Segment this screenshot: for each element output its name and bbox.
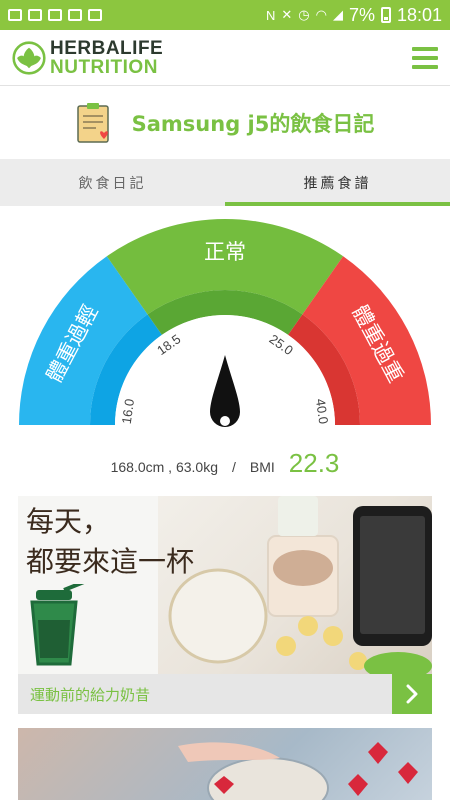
bmi-separator: / (232, 459, 236, 475)
page-title: Samsung j5的飲食日記 (131, 112, 375, 136)
needle-pivot (220, 416, 230, 426)
bmi-label: BMI (249, 459, 275, 475)
gallery-notification-icon (28, 9, 42, 21)
recipe-card[interactable]: 每天， 都要來這一杯 運動前的給力奶昔 (18, 496, 432, 716)
chevron-right-icon (406, 684, 418, 704)
app-header: HERBALIFE NUTRITION (0, 30, 450, 86)
bmi-gauge: 體重過輕正常體重過重 16.018.5 25.040.0 (19, 218, 431, 446)
slogan-line1: 每天， (26, 505, 111, 538)
slogan-line2: 都要來這一杯 (26, 545, 195, 578)
recipe-caption-bar[interactable]: 運動前的給力奶昔 (18, 674, 432, 714)
logo-line1: HERBALIFE (50, 37, 164, 59)
open-recipe-button[interactable] (392, 674, 432, 714)
tab-recommended-recipes[interactable]: 推薦食譜 (225, 159, 450, 206)
status-bar: N ✕ ◷ ◠ ◢ 7% 18:01 (0, 0, 450, 30)
download-notification-icon (88, 9, 102, 21)
alarm-icon: ◷ (298, 7, 310, 22)
mail-notification-icon (48, 9, 62, 21)
shake-cup-icon (30, 584, 85, 666)
gauge-segment-label: 正常 (204, 240, 246, 264)
signal-icon: ◢ (332, 7, 343, 22)
title-row: Samsung j5的飲食日記 (0, 87, 450, 159)
clock: 18:01 (396, 4, 442, 25)
battery-percent: 7% (348, 4, 375, 25)
recipe-caption: 運動前的給力奶昔 (30, 685, 151, 704)
logo-text: HERBALIFE NUTRITION (50, 39, 163, 77)
recipe-hero: 每天， 都要來這一杯 (18, 496, 432, 680)
diary-clipboard-icon (76, 103, 109, 143)
nfc-icon: N (265, 7, 276, 23)
recipe-photo (178, 742, 418, 800)
tab-bar: 飲食日記 推薦食譜 (0, 159, 450, 206)
image-notification-icon (8, 9, 22, 21)
mute-icon: ✕ (281, 7, 293, 22)
bmi-value: 22.3 (288, 448, 340, 478)
notification-icons (8, 9, 102, 21)
herbalife-logo-icon (12, 40, 46, 75)
logo-line2: NUTRITION (50, 56, 158, 78)
wifi-icon: ◠ (315, 7, 327, 22)
tab-food-diary[interactable]: 飲食日記 (0, 159, 225, 206)
height-weight: 168.0cm , 63.0kg (110, 459, 218, 475)
mail-notification-icon (68, 9, 82, 21)
battery-icon (380, 7, 391, 23)
recipe-card[interactable] (18, 728, 432, 800)
menu-icon[interactable] (412, 46, 438, 69)
shake-photo (158, 496, 432, 680)
recipe-slogan: 每天， 都要來這一杯 (26, 502, 194, 582)
bmi-summary: 168.0cm , 63.0kg / BMI 22.3 (0, 448, 450, 488)
